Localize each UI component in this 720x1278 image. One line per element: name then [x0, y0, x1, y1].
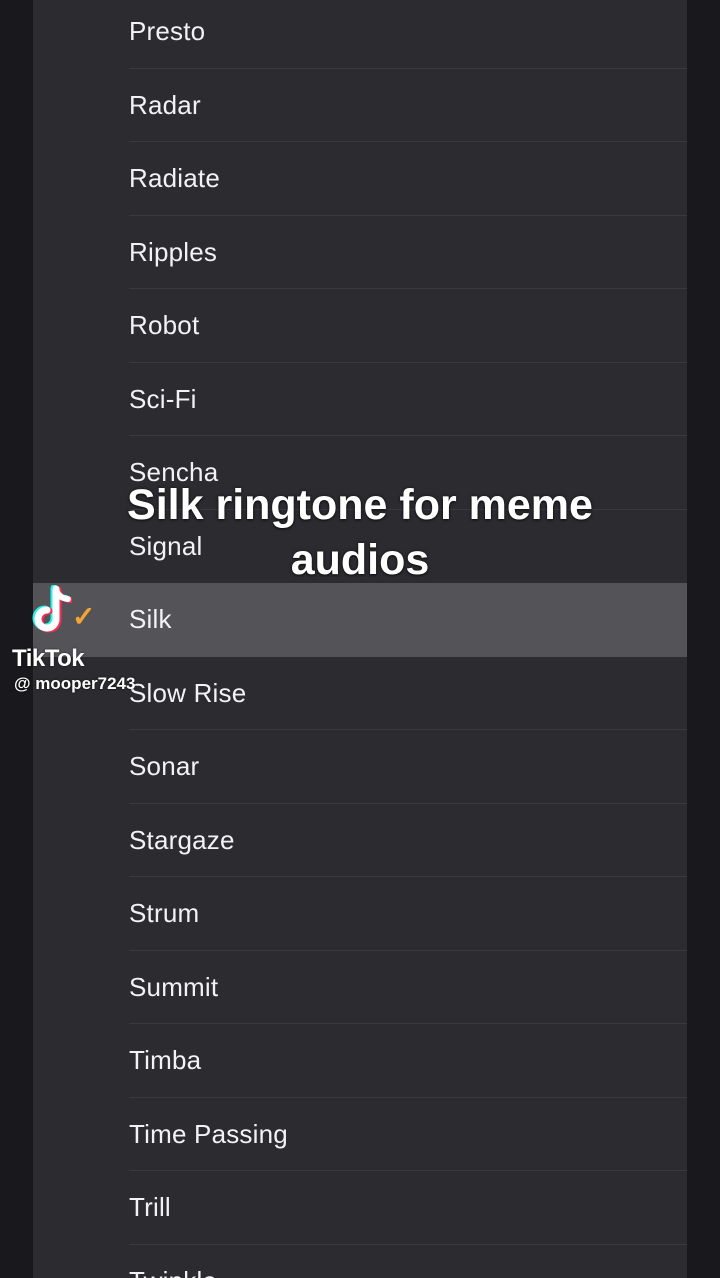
ringtone-label: Time Passing — [129, 1118, 288, 1149]
ringtone-row-presto[interactable]: Presto — [33, 0, 687, 69]
ringtone-row-time-passing[interactable]: Time Passing — [33, 1098, 687, 1171]
ringtone-row-sci-fi[interactable]: Sci-Fi — [33, 363, 687, 436]
ringtone-label: Timba — [129, 1045, 202, 1075]
ringtone-label: Sonar — [129, 751, 200, 781]
ringtone-label: Radar — [129, 89, 201, 120]
ringtone-label: Twinkle — [129, 1245, 217, 1278]
caption-line-2: audios — [290, 536, 430, 584]
tiktok-username: @ mooper7243 — [14, 674, 136, 693]
ringtone-row-sonar[interactable]: Sonar — [33, 730, 687, 804]
ringtone-label: Robot — [129, 310, 200, 340]
tiktok-watermark: ✓ TikTok @ mooper7243 — [12, 585, 182, 705]
ringtone-row-summit[interactable]: Summit — [33, 951, 687, 1024]
tiktok-note-icon — [32, 585, 72, 633]
ringtone-row-twinkle[interactable]: Twinkle — [33, 1245, 687, 1278]
ringtone-label: Ripples — [129, 236, 218, 267]
screen: Presto Radar Radiate Ripples Robot Sci-Fi Senc… — [0, 0, 720, 1278]
checkmark-icon: ✓ — [72, 601, 96, 632]
ringtone-label: Presto — [129, 16, 206, 46]
ringtone-row-strum[interactable]: Strum — [33, 877, 687, 951]
ringtone-label: Radiate — [129, 163, 221, 193]
ringtone-row-radar[interactable]: Radar — [33, 69, 687, 142]
ringtone-row-timba[interactable]: Timba — [33, 1024, 687, 1098]
ringtone-label: Stargaze — [129, 824, 235, 855]
tiktok-brand-name: TikTok — [12, 645, 85, 672]
ringtone-row-ripples[interactable]: Ripples — [33, 216, 687, 289]
ringtone-row-radiate[interactable]: Radiate — [33, 142, 687, 216]
ringtone-row-stargaze[interactable]: Stargaze — [33, 804, 687, 877]
video-caption: Silk ringtone for meme audios — [100, 478, 620, 588]
ringtone-row-robot[interactable]: Robot — [33, 289, 687, 363]
ringtone-label: Summit — [129, 971, 219, 1002]
ringtone-label: Sci-Fi — [129, 383, 197, 414]
ringtone-label: Strum — [129, 898, 200, 928]
caption-line-1: Silk ringtone for meme — [127, 481, 593, 529]
ringtone-row-trill[interactable]: Trill — [33, 1171, 687, 1245]
ringtone-label: Trill — [129, 1192, 171, 1222]
